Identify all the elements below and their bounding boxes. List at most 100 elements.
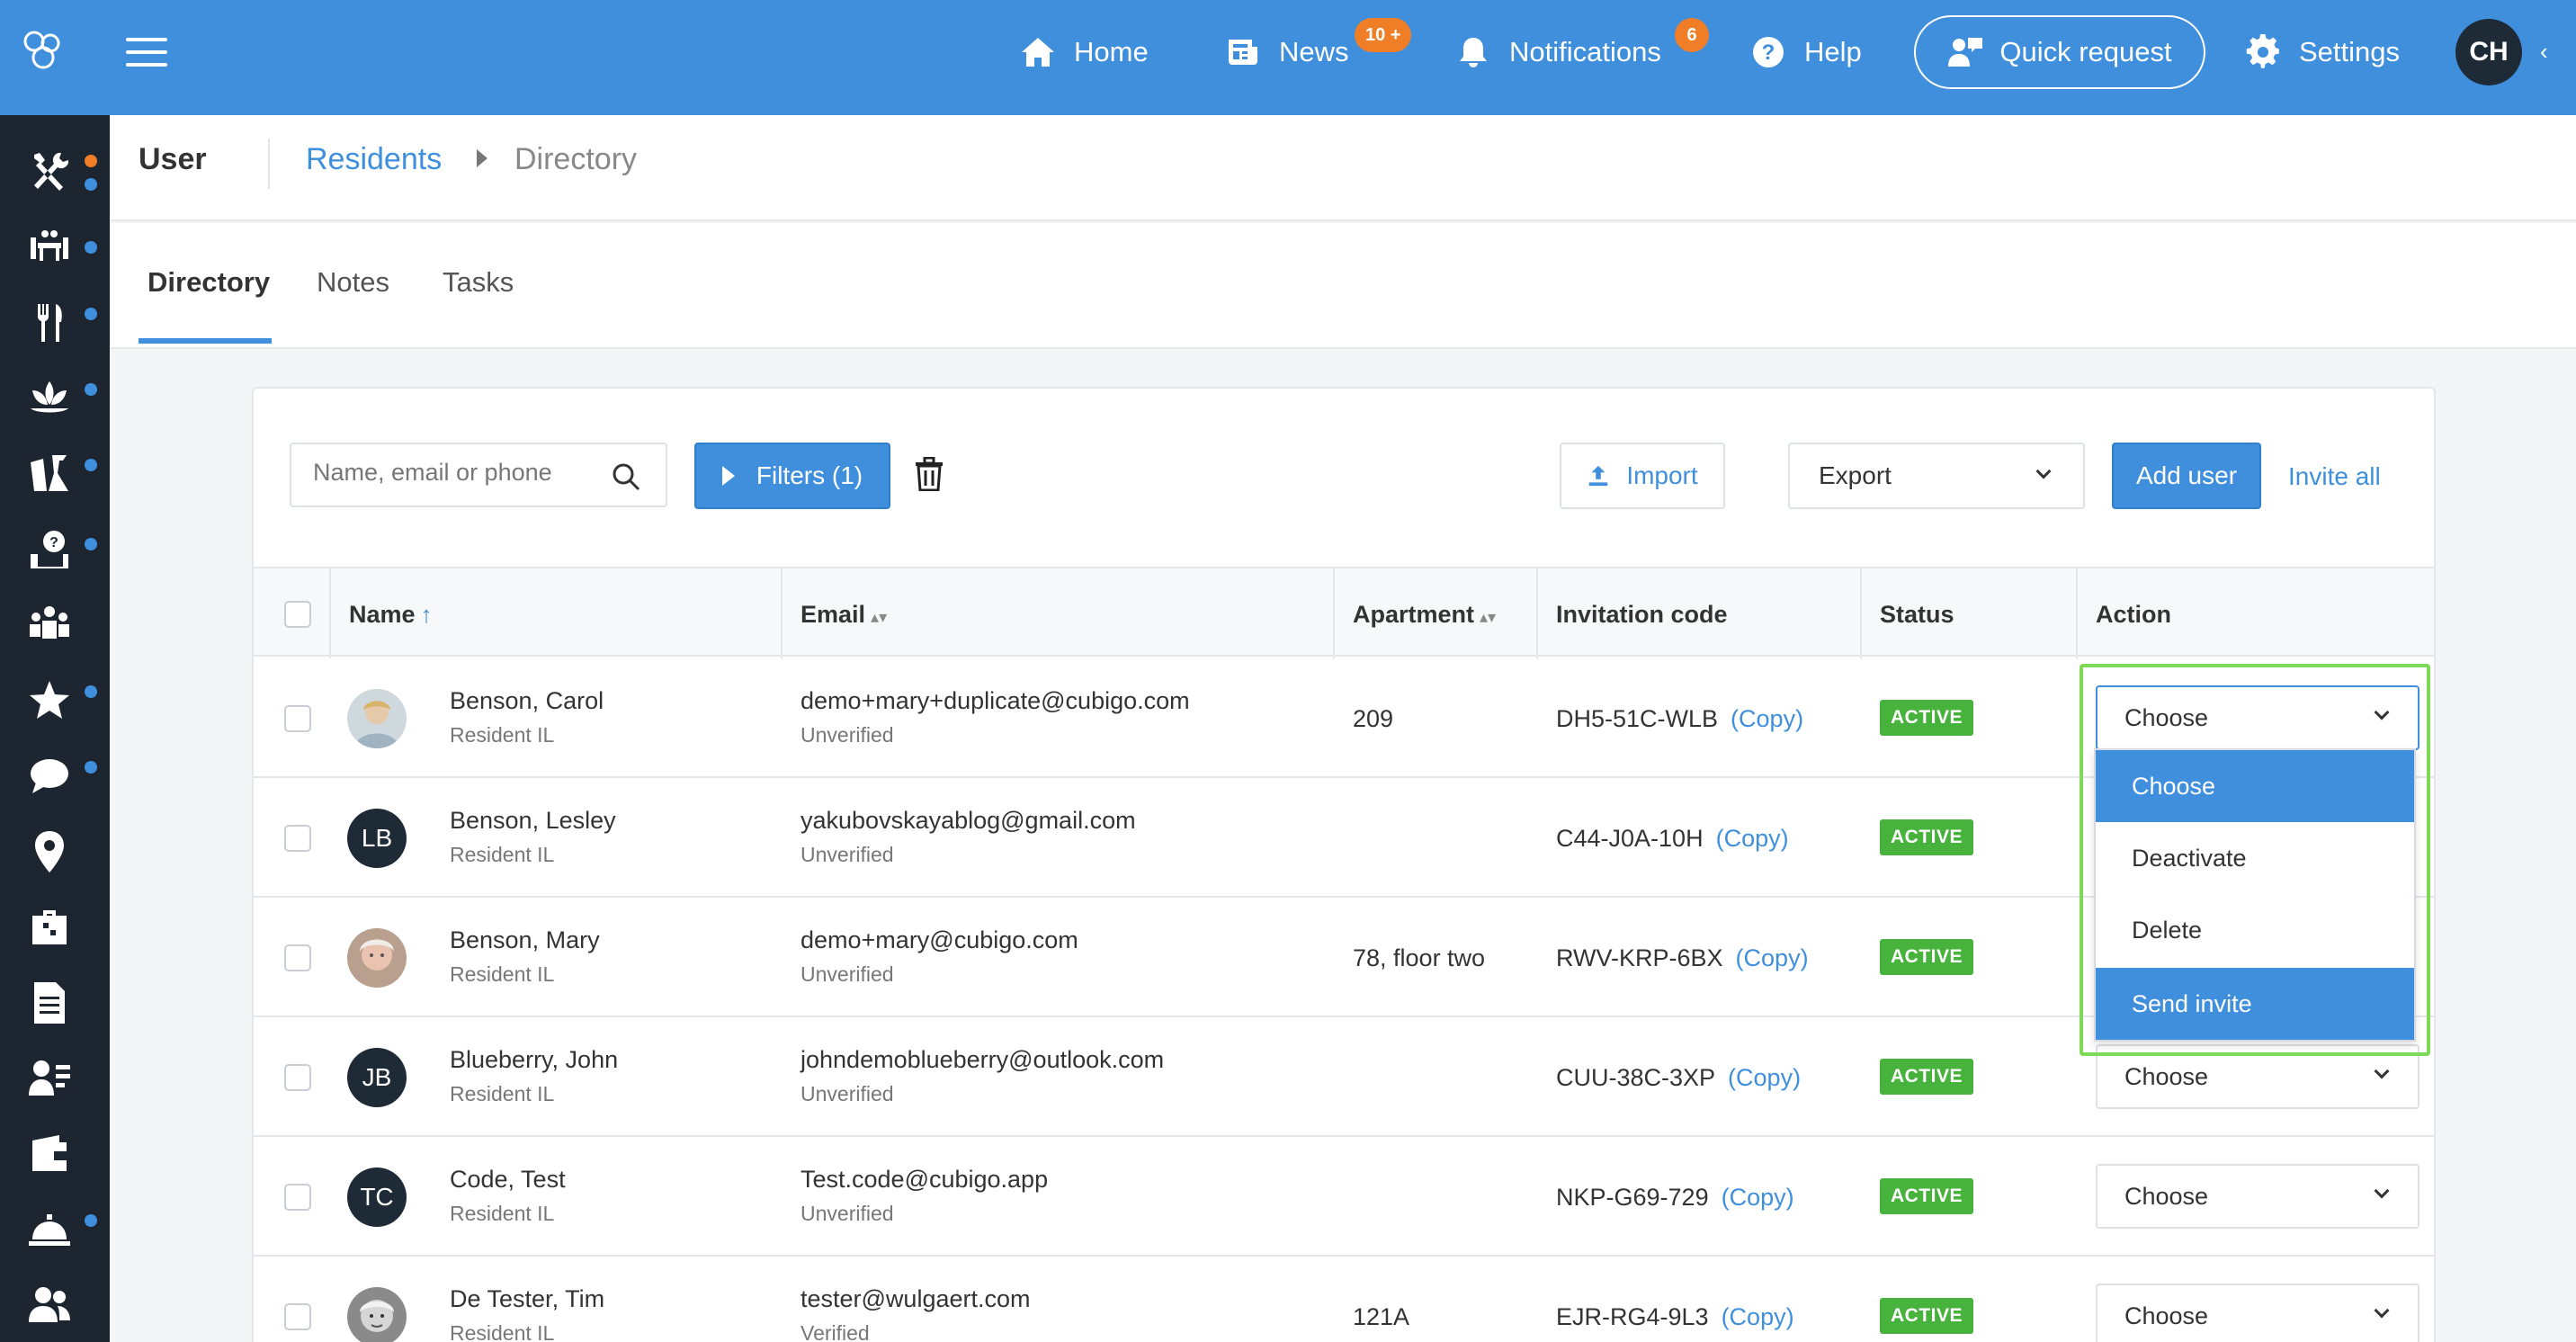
option-deactivate[interactable]: Deactivate — [2096, 822, 2414, 894]
import-button[interactable]: Import — [1560, 443, 1725, 509]
column-email[interactable]: Email ▴▾ — [801, 601, 887, 629]
action-select-value: Choose — [2124, 1182, 2209, 1210]
copy-link[interactable]: (Copy) — [1722, 1184, 1794, 1211]
apartment: 121A — [1353, 1303, 1410, 1330]
nav-news[interactable]: News — [1225, 25, 1349, 79]
nav-home-label: Home — [1074, 36, 1149, 67]
copy-link[interactable]: (Copy) — [1736, 944, 1809, 971]
caret-right-icon — [721, 466, 735, 486]
column-apartment[interactable]: Apartment ▴▾ — [1353, 601, 1496, 629]
service-bell-icon — [29, 1214, 70, 1246]
chevron-down-icon — [2374, 1302, 2390, 1319]
action-select[interactable]: Choose — [2096, 1164, 2419, 1229]
action-select[interactable]: Choose — [2096, 1284, 2419, 1342]
sidebar-item-dining[interactable] — [27, 225, 72, 270]
status-badge: ACTIVE — [1880, 1178, 1974, 1214]
row-checkbox[interactable] — [284, 705, 311, 732]
star-icon — [30, 681, 69, 719]
copy-link[interactable]: (Copy) — [1722, 1303, 1794, 1330]
group-icon — [30, 606, 69, 639]
sidebar-item-wallet[interactable] — [27, 1132, 72, 1176]
invite-all-link[interactable]: Invite all — [2288, 462, 2381, 491]
sidebar-item-restaurant[interactable] — [27, 300, 72, 345]
avatar: TC — [347, 1168, 407, 1227]
sidebar-item-staff[interactable] — [27, 1056, 72, 1101]
nav-settings-label: Settings — [2299, 36, 2401, 67]
resident-email: Test.code@cubigo.app — [801, 1166, 1049, 1193]
action-select[interactable]: Choose — [2096, 685, 2419, 750]
copy-link[interactable]: (Copy) — [1731, 705, 1803, 732]
user-avatar[interactable]: CH — [2455, 19, 2522, 85]
tab-directory[interactable]: Directory — [148, 266, 270, 299]
menu-button[interactable] — [126, 38, 167, 67]
resident-name[interactable]: Code, Test — [450, 1166, 566, 1194]
copy-link[interactable]: (Copy) — [1716, 825, 1789, 852]
search-icon[interactable] — [612, 462, 640, 491]
sidebar-item-documents[interactable] — [27, 980, 72, 1025]
column-invitation-code: Invitation code — [1556, 601, 1728, 628]
divider — [1860, 568, 1862, 658]
row-checkbox[interactable] — [284, 825, 311, 852]
row-checkbox[interactable] — [284, 1184, 311, 1211]
option-send-invite[interactable]: Send invite — [2096, 968, 2414, 1040]
invitation-code: NKP-G69-729 (Copy) — [1556, 1184, 1794, 1212]
select-all-checkbox[interactable] — [284, 601, 311, 628]
row-checkbox[interactable] — [284, 944, 311, 971]
status-badge: ACTIVE — [1880, 1059, 1974, 1095]
export-label: Export — [1819, 461, 1892, 489]
quick-request-button[interactable]: Quick request — [1914, 15, 2205, 89]
tab-tasks[interactable]: Tasks — [443, 266, 514, 299]
nav-help[interactable]: ? Help — [1750, 25, 1862, 79]
resident-role: Resident IL — [450, 962, 555, 986]
sidebar-item-favorites[interactable] — [27, 678, 72, 723]
nav-settings[interactable]: Settings — [2245, 25, 2400, 79]
cutlery-icon — [37, 304, 62, 342]
search-input[interactable] — [313, 459, 601, 487]
option-delete[interactable]: Delete — [2096, 894, 2414, 966]
resident-name[interactable]: Benson, Lesley — [450, 807, 616, 835]
person-chat-icon — [1948, 38, 1983, 67]
resident-name[interactable]: Benson, Carol — [450, 687, 604, 715]
avatar — [347, 1287, 407, 1342]
sidebar-item-wellness[interactable] — [27, 376, 72, 421]
users-icon — [29, 1287, 70, 1322]
resident-name[interactable]: Benson, Mary — [450, 926, 600, 954]
chevron-left-icon[interactable]: ‹ — [2540, 38, 2548, 66]
breadcrumb-residents-link[interactable]: Residents — [306, 142, 442, 177]
sidebar-item-tools[interactable] — [27, 149, 72, 194]
sidebar-item-requests[interactable]: ? — [27, 527, 72, 572]
resident-name[interactable]: De Tester, Tim — [450, 1285, 604, 1313]
sidebar-item-locations[interactable] — [27, 829, 72, 874]
resident-name[interactable]: Blueberry, John — [450, 1046, 618, 1074]
sidebar-item-housekeeping[interactable] — [27, 452, 72, 497]
column-name[interactable]: Name ↑ — [349, 601, 433, 629]
invitation-code: C44-J0A-10H (Copy) — [1556, 825, 1789, 853]
avatar — [347, 928, 407, 988]
export-select[interactable]: Export — [1788, 443, 2085, 509]
status-badge: ACTIVE — [1880, 700, 1974, 736]
action-select[interactable]: Choose — [2096, 1044, 2419, 1109]
sidebar-item-services[interactable] — [27, 905, 72, 950]
row-checkbox[interactable] — [284, 1303, 311, 1330]
copy-link[interactable]: (Copy) — [1728, 1064, 1801, 1091]
column-action: Action — [2096, 601, 2171, 628]
location-icon — [35, 831, 64, 872]
top-bar: Home News 10 + Notifications 6 ? Help Qu… — [0, 0, 2576, 115]
chevron-down-icon — [2374, 1183, 2390, 1199]
sidebar-item-groups[interactable] — [27, 603, 72, 648]
trash-icon[interactable] — [914, 457, 944, 491]
svg-text:?: ? — [1762, 40, 1775, 65]
nav-notifications[interactable]: Notifications — [1455, 25, 1661, 79]
sidebar-item-users[interactable] — [27, 1283, 72, 1328]
tab-notes[interactable]: Notes — [317, 266, 389, 299]
add-user-button[interactable]: Add user — [2112, 443, 2261, 509]
row-checkbox[interactable] — [284, 1064, 311, 1091]
sidebar-item-messages[interactable] — [27, 754, 72, 799]
sidebar-dot — [85, 241, 97, 254]
code-value: NKP-G69-729 — [1556, 1184, 1709, 1211]
sidebar-item-concierge[interactable] — [27, 1207, 72, 1252]
apartment: 209 — [1353, 705, 1394, 732]
option-choose[interactable]: Choose — [2096, 750, 2414, 822]
nav-home[interactable]: Home — [1020, 25, 1149, 79]
filters-button[interactable]: Filters (1) — [694, 443, 890, 509]
